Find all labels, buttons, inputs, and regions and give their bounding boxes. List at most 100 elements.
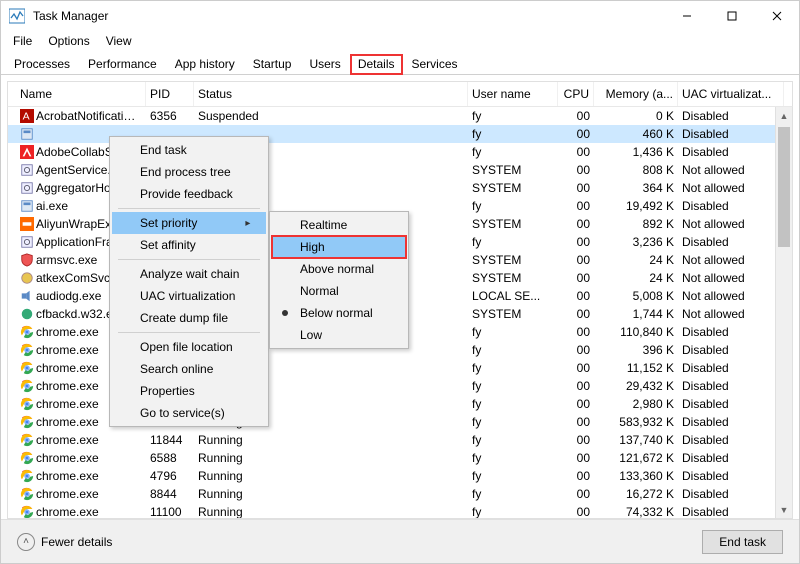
cell-user: fy (468, 361, 558, 375)
table-row[interactable]: chrome.exe8844Runningfy0016,272 KDisable… (8, 485, 792, 503)
context-item-set-affinity[interactable]: Set affinity (112, 234, 266, 256)
context-item-end-task[interactable]: End task (112, 139, 266, 161)
context-item-create-dump-file[interactable]: Create dump file (112, 307, 266, 329)
context-item-search-online[interactable]: Search online (112, 358, 266, 380)
cell-user: fy (468, 487, 558, 501)
process-name: AcrobatNotification... (36, 109, 146, 123)
context-item-provide-feedback[interactable]: Provide feedback (112, 183, 266, 205)
menu-file[interactable]: File (5, 32, 40, 50)
context-item-properties[interactable]: Properties (112, 380, 266, 402)
table-row[interactable]: chrome.exe6588Runningfy00121,672 KDisabl… (8, 449, 792, 467)
cell-user: LOCAL SE... (468, 289, 558, 303)
cell-memory: 1,436 K (594, 145, 678, 159)
context-item-end-process-tree[interactable]: End process tree (112, 161, 266, 183)
scroll-thumb[interactable] (778, 127, 790, 247)
fewer-details-link[interactable]: Fewer details (41, 535, 112, 549)
menu-options[interactable]: Options (40, 32, 97, 50)
menu-view[interactable]: View (98, 32, 140, 50)
cell-pid: 4796 (146, 469, 194, 483)
tab-details[interactable]: Details (350, 54, 403, 75)
cell-status: Running (194, 433, 468, 447)
context-item-label: Search online (140, 362, 213, 376)
priority-item-realtime[interactable]: Realtime (272, 214, 406, 236)
header-status[interactable]: Status (194, 82, 468, 106)
cell-status: Suspended (194, 109, 468, 123)
priority-item-below-normal[interactable]: Below normal (272, 302, 406, 324)
cell-cpu: 00 (558, 289, 594, 303)
table-row[interactable]: chrome.exe11100Runningfy0074,332 KDisabl… (8, 503, 792, 519)
cell-memory: 11,152 K (594, 361, 678, 375)
minimize-button[interactable] (664, 1, 709, 31)
context-item-uac-virtualization[interactable]: UAC virtualization (112, 285, 266, 307)
process-icon (20, 307, 34, 321)
cell-uac: Disabled (678, 325, 784, 339)
context-item-open-file-location[interactable]: Open file location (112, 336, 266, 358)
priority-item-above-normal[interactable]: Above normal (272, 258, 406, 280)
scroll-down-icon[interactable]: ▼ (776, 501, 792, 518)
cell-uac: Not allowed (678, 271, 784, 285)
process-name: AgentService. (36, 163, 111, 177)
cell-user: SYSTEM (468, 217, 558, 231)
cell-memory: 121,672 K (594, 451, 678, 465)
tab-startup[interactable]: Startup (244, 53, 301, 74)
header-user[interactable]: User name (468, 82, 558, 106)
context-item-label: End process tree (140, 165, 231, 179)
process-icon (20, 343, 34, 357)
scroll-up-icon[interactable]: ▲ (776, 107, 792, 124)
cell-pid: 8844 (146, 487, 194, 501)
process-name: AliyunWrapEx (36, 217, 111, 231)
cell-uac: Disabled (678, 451, 784, 465)
maximize-button[interactable] (709, 1, 754, 31)
cell-cpu: 00 (558, 163, 594, 177)
process-name: chrome.exe (36, 361, 99, 375)
chevron-up-icon[interactable]: ˄ (17, 533, 35, 551)
tab-users[interactable]: Users (300, 53, 349, 74)
header-memory[interactable]: Memory (a... (594, 82, 678, 106)
cell-cpu: 00 (558, 181, 594, 195)
tab-app-history[interactable]: App history (166, 53, 244, 74)
cell-user: fy (468, 199, 558, 213)
scrollbar[interactable]: ▲ ▼ (775, 107, 792, 518)
cell-cpu: 00 (558, 109, 594, 123)
priority-item-normal[interactable]: Normal (272, 280, 406, 302)
process-name: AdobeCollabS (36, 145, 113, 159)
cell-uac: Disabled (678, 199, 784, 213)
header-uac[interactable]: UAC virtualizat... (678, 82, 784, 106)
tab-services[interactable]: Services (403, 53, 467, 74)
cell-user: fy (468, 451, 558, 465)
process-icon (20, 325, 34, 339)
table-row[interactable]: AAcrobatNotification...6356Suspendedfy00… (8, 107, 792, 125)
cell-uac: Not allowed (678, 289, 784, 303)
cell-user: SYSTEM (468, 253, 558, 267)
table-row[interactable]: chrome.exe11844Runningfy00137,740 KDisab… (8, 431, 792, 449)
priority-item-low[interactable]: Low (272, 324, 406, 346)
context-item-label: Provide feedback (140, 187, 233, 201)
end-task-button[interactable]: End task (702, 530, 783, 554)
tab-performance[interactable]: Performance (79, 53, 166, 74)
context-item-set-priority[interactable]: Set priority (112, 212, 266, 234)
priority-item-high[interactable]: High (272, 236, 406, 258)
cell-memory: 29,432 K (594, 379, 678, 393)
context-item-label: Go to service(s) (140, 406, 225, 420)
header-name[interactable]: Name (16, 82, 146, 106)
header-pid[interactable]: PID (146, 82, 194, 106)
cell-user: fy (468, 415, 558, 429)
process-name: chrome.exe (36, 343, 99, 357)
context-item-go-to-service-s-[interactable]: Go to service(s) (112, 402, 266, 424)
context-item-analyze-wait-chain[interactable]: Analyze wait chain (112, 263, 266, 285)
cell-user: fy (468, 145, 558, 159)
header-cpu[interactable]: CPU (558, 82, 594, 106)
context-menu[interactable]: End task End process tree Provide feedback… (109, 136, 269, 427)
process-name: chrome.exe (36, 505, 99, 519)
tab-processes[interactable]: Processes (5, 53, 79, 74)
cell-memory: 74,332 K (594, 505, 678, 519)
priority-label: Realtime (300, 218, 347, 232)
cell-user: fy (468, 325, 558, 339)
close-button[interactable] (754, 1, 799, 31)
context-item-label: Set priority (140, 216, 197, 230)
table-row[interactable]: chrome.exe4796Runningfy00133,360 KDisabl… (8, 467, 792, 485)
window-title: Task Manager (33, 9, 664, 23)
cell-uac: Disabled (678, 343, 784, 357)
process-icon (20, 505, 34, 519)
priority-submenu[interactable]: Realtime HighAbove normalNormalBelow norm… (269, 211, 409, 349)
